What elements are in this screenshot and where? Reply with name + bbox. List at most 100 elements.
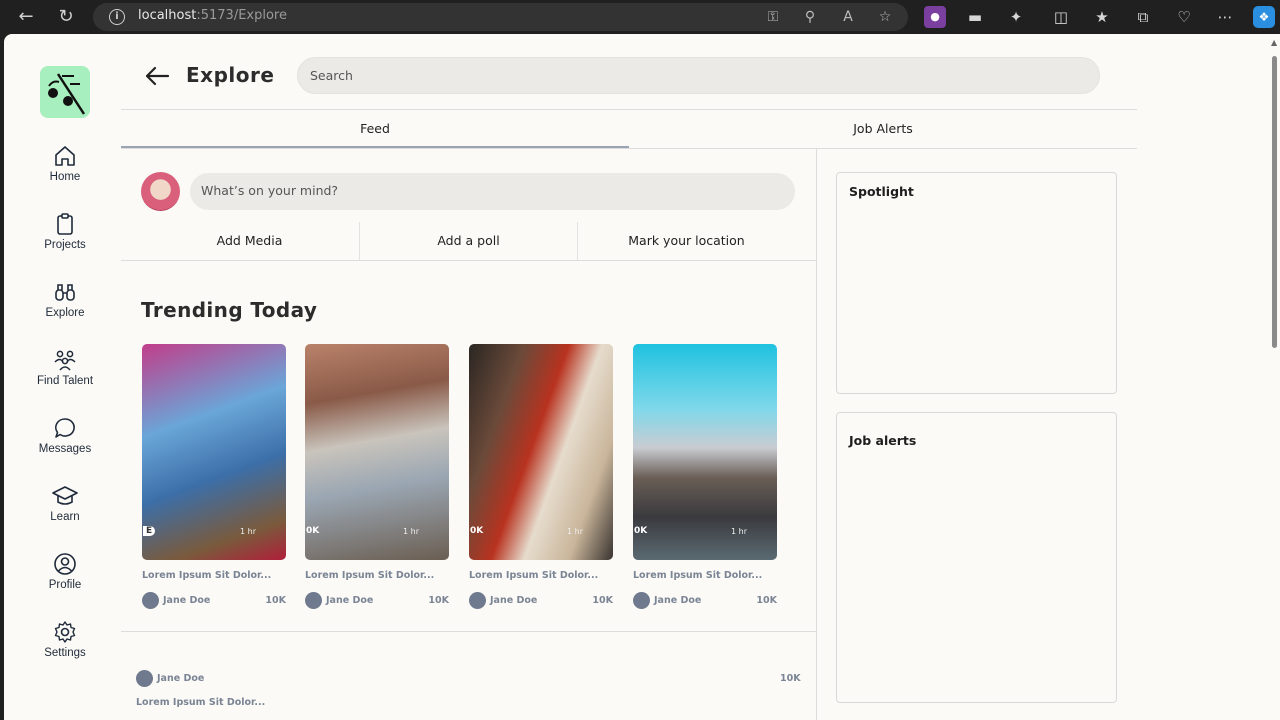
job-alerts-title: Job alerts [849, 433, 917, 448]
app-logo[interactable] [40, 66, 90, 118]
spotlight-title: Spotlight [849, 184, 914, 199]
copilot-icon[interactable]: ❖ [1253, 6, 1275, 28]
like-count: 10K [756, 595, 777, 606]
post-composer-input[interactable]: What’s on your mind? [190, 173, 795, 210]
card-caption: Lorem Ipsum Sit Dolor... [305, 570, 435, 581]
add-media-button[interactable]: Add Media [141, 224, 358, 260]
author-avatar [136, 670, 153, 687]
collections-icon[interactable]: ⧉ [1132, 6, 1154, 28]
header-divider [121, 109, 1137, 110]
key-icon[interactable]: ⚿ [763, 7, 783, 27]
author-name: Jane Doe [654, 595, 702, 606]
user-avatar[interactable] [141, 172, 180, 211]
post-time: 1 hr [731, 527, 747, 536]
like-count: 10K [592, 595, 613, 606]
sidebar-item-messages[interactable]: Messages [20, 416, 110, 468]
column-divider [816, 148, 817, 720]
card-caption: Lorem Ipsum Sit Dolor... [633, 570, 763, 581]
more-menu-icon[interactable]: ⋯ [1214, 6, 1236, 28]
scrollbar-thumb[interactable] [1272, 56, 1277, 348]
trending-card[interactable]: 0K 1 hr Lorem Ipsum Sit Dolor... Jane Do… [633, 344, 777, 610]
card-meta: Jane Doe 10K [633, 592, 777, 610]
tab-feed[interactable]: Feed [121, 116, 629, 148]
search-placeholder: Search [310, 68, 353, 83]
card-meta: Jane Doe 10K [305, 592, 449, 610]
trending-card-image[interactable]: 0K 1 hr [633, 344, 777, 560]
trending-card[interactable]: 0K 1 hr Lorem Ipsum Sit Dolor... Jane Do… [469, 344, 613, 610]
page-scrollbar[interactable]: ▲ [1268, 34, 1280, 720]
split-screen-icon[interactable]: ◫ [1050, 6, 1072, 28]
sidebar-item-find-talent[interactable]: Find Talent [20, 348, 110, 400]
like-count: 10K [428, 595, 449, 606]
author-avatar [142, 592, 159, 609]
composer-divider [121, 260, 816, 261]
sidebar-item-profile[interactable]: Profile [20, 552, 110, 604]
trending-card[interactable]: 0K 1 hr Lorem Ipsum Sit Dolor... Jane Do… [305, 344, 449, 610]
post-caption: Lorem Ipsum Sit Dolor... [136, 697, 266, 708]
tabs-divider [121, 148, 1137, 149]
author-name: Jane Doe [157, 673, 205, 684]
trending-title: Trending Today [141, 298, 318, 322]
sidebar-item-label: Learn [50, 511, 80, 523]
zoom-icon[interactable]: ⚲ [800, 7, 820, 27]
card-caption: Lorem Ipsum Sit Dolor... [142, 570, 272, 581]
sidebar-item-label: Settings [44, 647, 86, 659]
sidebar-item-explore[interactable]: Explore [20, 280, 110, 332]
read-aloud-icon[interactable]: A [838, 7, 858, 27]
view-count-badge: E [143, 526, 156, 536]
scroll-up-icon[interactable]: ▲ [1271, 38, 1277, 47]
trending-card[interactable]: E 1 hr Lorem Ipsum Sit Dolor... Jane Doe… [142, 344, 286, 610]
people-icon [54, 350, 76, 371]
trending-card-image[interactable]: 0K 1 hr [305, 344, 449, 560]
sidebar-item-projects[interactable]: Projects [20, 212, 110, 264]
chat-bubble-icon [55, 418, 75, 438]
view-count-badge: 0K [470, 526, 484, 536]
extension-avatar-icon[interactable]: ● [924, 6, 946, 28]
extensions-icon[interactable]: ✦ [1005, 6, 1027, 28]
gear-icon [54, 621, 76, 643]
author-avatar [469, 592, 486, 609]
sidebar-item-label: Explore [45, 307, 85, 319]
home-icon [55, 146, 75, 166]
page-title: Explore [186, 63, 275, 87]
sidebar-item-settings[interactable]: Settings [20, 620, 110, 672]
trending-card-image[interactable]: E 1 hr [142, 344, 286, 560]
browser-toolbar: ← ↻ i localhost:5173/Explore ⚿ ⚲ A ☆ ● ▬… [0, 0, 1280, 34]
graduation-cap-icon [52, 486, 78, 505]
add-poll-button[interactable]: Add a poll [360, 224, 577, 260]
app-page: Home Projects Explore Find Talent Messag… [4, 34, 1268, 720]
tab-preview-icon[interactable]: ▬ [964, 6, 986, 28]
back-nav-icon[interactable]: ← [14, 5, 38, 29]
favorite-star-icon[interactable]: ☆ [875, 7, 895, 27]
sidebar-item-label: Find Talent [36, 375, 94, 387]
tab-job-alerts[interactable]: Job Alerts [629, 116, 1137, 148]
favorites-icon[interactable]: ★ [1091, 6, 1113, 28]
sidebar-item-label: Projects [44, 239, 86, 251]
view-count-badge: 0K [306, 526, 320, 536]
author-avatar [305, 592, 322, 609]
user-circle-icon [54, 553, 76, 575]
post-time: 1 hr [567, 527, 583, 536]
sidebar-item-label: Home [49, 171, 81, 183]
trending-divider [121, 631, 816, 632]
mark-location-button[interactable]: Mark your location [578, 224, 795, 260]
composer-placeholder: What’s on your mind? [201, 183, 339, 198]
post-time: 1 hr [240, 527, 256, 536]
view-count-badge: 0K [634, 526, 648, 536]
search-input[interactable]: Search [297, 57, 1100, 94]
address-bar[interactable]: i localhost:5173/Explore ⚿ ⚲ A ☆ [93, 3, 908, 31]
binoculars-icon [55, 284, 75, 301]
author-name: Jane Doe [326, 595, 374, 606]
sidebar-item-learn[interactable]: Learn [20, 484, 110, 536]
author-name: Jane Doe [163, 595, 211, 606]
health-icon[interactable]: ♡ [1173, 6, 1195, 28]
trending-card-image[interactable]: 0K 1 hr [469, 344, 613, 560]
site-info-icon[interactable]: i [109, 9, 125, 25]
post-time: 1 hr [403, 527, 419, 536]
sidebar-item-home[interactable]: Home [20, 144, 110, 196]
reload-icon[interactable]: ↻ [54, 5, 78, 29]
card-caption: Lorem Ipsum Sit Dolor... [469, 570, 599, 581]
job-alerts-panel: Job alerts [836, 412, 1117, 703]
back-arrow-icon[interactable] [144, 64, 170, 88]
clipboard-icon [57, 213, 73, 235]
